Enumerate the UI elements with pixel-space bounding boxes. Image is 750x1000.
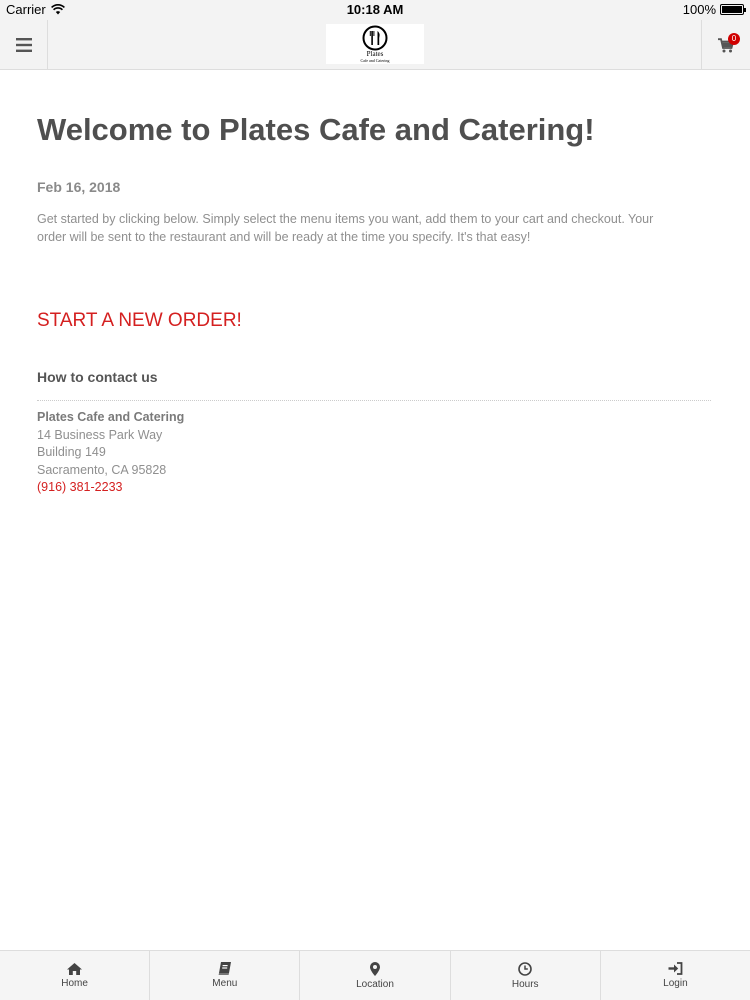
logo-tagline: Cafe and Catering <box>360 58 390 63</box>
start-new-order-link[interactable]: START A NEW ORDER! <box>37 310 242 332</box>
tab-login-label: Login <box>663 978 688 989</box>
contact-city-state-zip: Sacramento, CA 95828 <box>37 462 167 477</box>
contact-address-1: 14 Business Park Way <box>37 427 163 442</box>
tab-hours-label: Hours <box>511 978 539 990</box>
status-time: 10:18 AM <box>346 2 404 17</box>
book-icon <box>218 962 231 975</box>
contact-name: Plates Cafe and Catering <box>37 410 185 424</box>
logo-name: Plates <box>366 50 384 58</box>
hamburger-menu-button[interactable] <box>0 20 48 70</box>
contact-info: Plates Cafe and Catering 14 Business Par… <box>37 409 184 497</box>
status-bar: Carrier 10:18 AM 100% <box>0 0 750 20</box>
battery-icon <box>720 4 746 15</box>
tab-hours[interactable]: Hours <box>451 951 601 1000</box>
map-pin-icon <box>370 961 380 976</box>
post-date: Feb 16, 2018 <box>37 179 121 195</box>
battery-label: 100% <box>682 2 716 17</box>
contact-address-2: Building 149 <box>37 445 106 459</box>
status-right: 100% <box>682 2 746 17</box>
tab-home[interactable]: Home <box>0 951 151 1000</box>
tab-login[interactable]: Login <box>601 951 750 1000</box>
home-icon <box>67 962 83 975</box>
cart-button[interactable]: 0 <box>701 20 750 70</box>
tab-menu-label: Menu <box>212 978 238 989</box>
intro-text: Get started by clicking below. Simply se… <box>37 210 711 246</box>
plate-fork-knife-icon <box>362 25 388 51</box>
intro-line-1: Get started by clicking below. Simply se… <box>37 212 654 226</box>
contact-phone-link[interactable]: (916) 381-2233 <box>37 480 122 494</box>
nav-bar: Plates Cafe and Catering 0 <box>0 20 750 70</box>
contact-heading: How to contact us <box>37 369 158 385</box>
dotted-divider <box>37 400 711 401</box>
hamburger-icon <box>15 38 32 52</box>
restaurant-logo[interactable]: Plates Cafe and Catering <box>326 24 424 64</box>
page-title: Welcome to Plates Cafe and Catering! <box>37 112 595 147</box>
intro-line-2: order will be sent to the restaurant and… <box>37 230 531 244</box>
tab-home-label: Home <box>61 977 88 989</box>
tab-location[interactable]: Location <box>300 951 451 1000</box>
login-icon <box>668 962 683 975</box>
tab-menu[interactable]: Menu <box>150 951 301 1000</box>
bottom-tab-bar: Home Menu Location Hours Login <box>0 950 750 1000</box>
tab-location-label: Location <box>356 978 394 990</box>
clock-icon <box>518 961 533 976</box>
cart-count-badge: 0 <box>728 33 740 45</box>
